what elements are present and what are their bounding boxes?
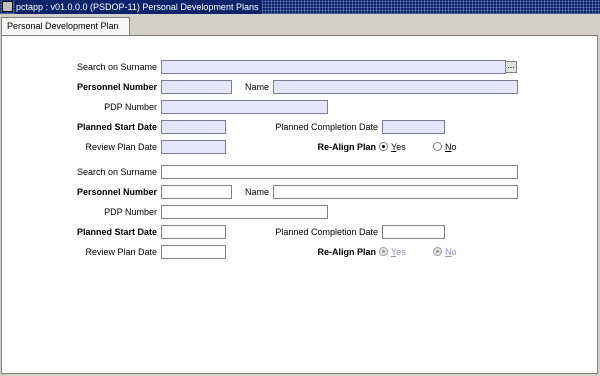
review-plan-date-input-2[interactable] (161, 245, 226, 259)
planned-start-date-input-2[interactable] (161, 225, 226, 239)
name-label: Name (245, 82, 270, 92)
window-titlebar: pctapp : v01.0.0.0 (PSDOP-11) Personal D… (0, 0, 600, 14)
personnel-number-label-2: Personnel Number (76, 187, 157, 197)
review-plan-date-label: Review Plan Date (85, 142, 157, 152)
planned-completion-date-label-2: Planned Completion Date (275, 227, 378, 237)
pdp-number-label-2: PDP Number (104, 207, 157, 217)
planned-start-date-label-2: Planned Start Date (76, 227, 157, 237)
realign-no-radio-2[interactable] (433, 247, 442, 256)
planned-start-date-label: Planned Start Date (76, 122, 157, 132)
realign-no-label[interactable]: No (445, 140, 457, 154)
name-input-2[interactable] (273, 185, 518, 199)
personnel-number-input-2[interactable] (161, 185, 232, 199)
pdp-number-input-2[interactable] (161, 205, 328, 219)
search-surname-label: Search on Surname (76, 62, 157, 72)
realign-yes-radio-2[interactable] (379, 247, 388, 256)
planned-completion-date-input[interactable] (382, 120, 445, 134)
name-label-2: Name (245, 187, 270, 197)
realign-no-radio[interactable] (433, 142, 442, 151)
pdp-number-input[interactable] (161, 100, 328, 114)
form-panel: Search on Surname ... Personnel Number N… (1, 35, 598, 374)
lookup-dots-icon[interactable]: ... (505, 61, 517, 73)
realign-plan-label: Re-Align Plan (317, 142, 376, 152)
planned-start-date-input[interactable] (161, 120, 226, 134)
review-plan-date-input[interactable] (161, 140, 226, 154)
realign-plan-label-2: Re-Align Plan (317, 247, 376, 257)
app-icon[interactable] (2, 1, 13, 12)
realign-yes-label-2[interactable]: Yes (391, 245, 406, 259)
planned-completion-date-input-2[interactable] (382, 225, 445, 239)
pdp-number-label: PDP Number (104, 102, 157, 112)
search-surname-label-2: Search on Surname (76, 167, 157, 177)
realign-no-label-2[interactable]: No (445, 245, 457, 259)
search-surname-input[interactable] (161, 60, 506, 74)
realign-yes-label[interactable]: Yes (391, 140, 406, 154)
window-title: pctapp : v01.0.0.0 (PSDOP-11) Personal D… (15, 0, 263, 14)
name-input[interactable] (273, 80, 518, 94)
tab-strip: Personal Development Plan (0, 14, 600, 36)
realign-yes-radio[interactable] (379, 142, 388, 151)
personnel-number-input[interactable] (161, 80, 232, 94)
search-surname-input-2[interactable] (161, 165, 518, 179)
personnel-number-label: Personnel Number (76, 82, 157, 92)
review-plan-date-label-2: Review Plan Date (85, 247, 157, 257)
planned-completion-date-label: Planned Completion Date (275, 122, 378, 132)
tab-personal-development-plan[interactable]: Personal Development Plan (1, 17, 130, 36)
